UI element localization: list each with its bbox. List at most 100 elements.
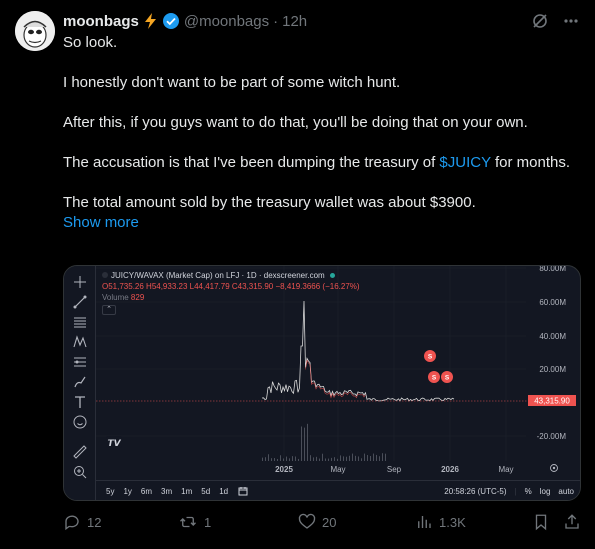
volume-bar [325, 458, 326, 461]
x-axis: 2025 May Sep 2026 May [275, 465, 513, 474]
svg-text:𝙏𝙑: 𝙏𝙑 [107, 438, 121, 448]
x-tick-label: 2025 [275, 465, 293, 474]
x-tick-label: 2026 [441, 465, 459, 474]
volume-bar [298, 458, 299, 461]
text-line: The total amount sold by the treasury wa… [63, 194, 476, 211]
sell-marker-label: S [432, 375, 437, 382]
volume-bar [349, 455, 350, 461]
action-bar: 12 1 20 1.3K [63, 513, 581, 533]
y-axis: 80.00M 60.00M 40.00M 20.00M -20.00M [537, 266, 567, 441]
views-button[interactable]: 1.3K [415, 513, 466, 531]
bookmark-icon [535, 514, 547, 531]
cashtag-link[interactable]: $JUICY [439, 154, 490, 171]
tweet-text: So look. I honestly don't want to be par… [63, 33, 579, 233]
volume-label: Volume [102, 293, 129, 302]
price-line [261, 300, 455, 402]
zoom-icon[interactable] [72, 464, 88, 480]
volume-bar [340, 455, 341, 461]
y-tick-label: 40.00M [539, 332, 566, 341]
author-handle[interactable]: @moonbags [184, 13, 269, 30]
range-button-5d[interactable]: 5d [201, 487, 210, 496]
volume-bar [280, 455, 281, 461]
percent-toggle[interactable]: % [525, 487, 532, 496]
range-buttons: 5y 1y 6m 3m 1m 5d 1d [106, 487, 228, 496]
volume-bar [385, 453, 386, 461]
volume-bar [322, 453, 323, 461]
tweet[interactable]: moonbags @moonbags · 12h So look. I hone… [0, 0, 595, 549]
volume-bar [307, 423, 308, 461]
tv-logo: 𝙏𝙑 [106, 436, 122, 448]
volume-bar [295, 456, 296, 461]
text-tool-icon[interactable] [72, 394, 88, 410]
y-tick-label: 60.00M [539, 298, 566, 307]
auto-toggle[interactable]: auto [558, 487, 574, 496]
avatar[interactable] [15, 11, 55, 51]
sell-marker-label: S [428, 354, 433, 361]
tweet-header: moonbags @moonbags · 12h [63, 10, 307, 32]
trend-line-icon[interactable] [72, 294, 88, 310]
text-line: After this, if you guys want to do that,… [63, 114, 528, 131]
text-line: The accusation is that I've been dumping… [63, 153, 579, 173]
range-button-1m[interactable]: 1m [181, 487, 192, 496]
ruler-icon[interactable] [72, 444, 88, 460]
repost-count: 1 [204, 514, 212, 530]
range-button-5y[interactable]: 5y [106, 487, 114, 496]
date-range-icon[interactable] [238, 486, 248, 498]
author-name[interactable]: moonbags [63, 13, 139, 30]
bookmark-button[interactable] [533, 513, 549, 531]
brush-icon[interactable] [72, 374, 88, 390]
volume-bar [268, 454, 269, 461]
volume-bar [316, 456, 317, 461]
ohlc-values: O51,735.26 H54,933.23 L44,417.79 C43,315… [102, 282, 360, 291]
volume-bar [355, 455, 356, 461]
volume-bar [379, 456, 380, 461]
repost-button[interactable]: 1 [178, 513, 211, 531]
volume-bar [319, 458, 320, 461]
volume-bar [310, 455, 311, 461]
y-tick-label: 80.00M [539, 266, 566, 273]
pair-title: JUICY/WAVAX (Market Cap) on LFJ · 1D · d… [111, 271, 325, 280]
volume-bar [361, 458, 362, 461]
fib-icon[interactable] [72, 314, 88, 330]
range-button-3m[interactable]: 3m [161, 487, 172, 496]
volume-bar [328, 458, 329, 461]
reply-count: 12 [87, 514, 102, 530]
volume-bar [301, 426, 302, 461]
forecast-icon[interactable] [72, 354, 88, 370]
chart-area[interactable]: 80.00M 60.00M 40.00M 20.00M -20.00M 2025 May S… [96, 266, 580, 500]
volume-bar [271, 458, 272, 461]
like-button[interactable]: 20 [298, 513, 336, 531]
reply-button[interactable]: 12 [63, 513, 101, 531]
top-icons [531, 12, 579, 30]
more-options-icon[interactable] [563, 12, 579, 30]
volume-bar [343, 456, 344, 461]
collapse-button[interactable]: ⌃ [102, 305, 116, 315]
share-button[interactable] [563, 513, 581, 531]
volume-bar [376, 454, 377, 461]
volume-bar [289, 458, 290, 461]
volume-bar [313, 457, 314, 461]
crosshair-icon[interactable] [72, 274, 88, 290]
volume-bar [373, 453, 374, 461]
volume-bar [304, 427, 305, 461]
volume-bar [286, 456, 287, 461]
separator: · [273, 12, 279, 30]
views-count: 1.3K [439, 514, 466, 530]
log-toggle[interactable]: log [540, 487, 551, 496]
chart-image[interactable]: 80.00M 60.00M 40.00M 20.00M -20.00M 2025 May S… [63, 265, 581, 501]
timestamp[interactable]: 12h [282, 13, 307, 30]
volume-bar [346, 456, 347, 461]
settings-icon [550, 464, 558, 472]
grok-icon[interactable] [531, 12, 549, 30]
emoji-icon[interactable] [72, 414, 88, 430]
drawing-toolbar [64, 266, 96, 500]
show-more-link[interactable]: Show more [63, 213, 579, 233]
verified-badge-icon[interactable] [162, 12, 180, 30]
pattern-icon[interactable] [72, 334, 88, 350]
volume-bar [364, 453, 365, 461]
range-button-1y[interactable]: 1y [123, 487, 131, 496]
volume-bar [337, 458, 338, 461]
range-button-6m[interactable]: 6m [141, 487, 152, 496]
range-button-1d[interactable]: 1d [219, 487, 228, 496]
volume-bar [265, 457, 266, 461]
